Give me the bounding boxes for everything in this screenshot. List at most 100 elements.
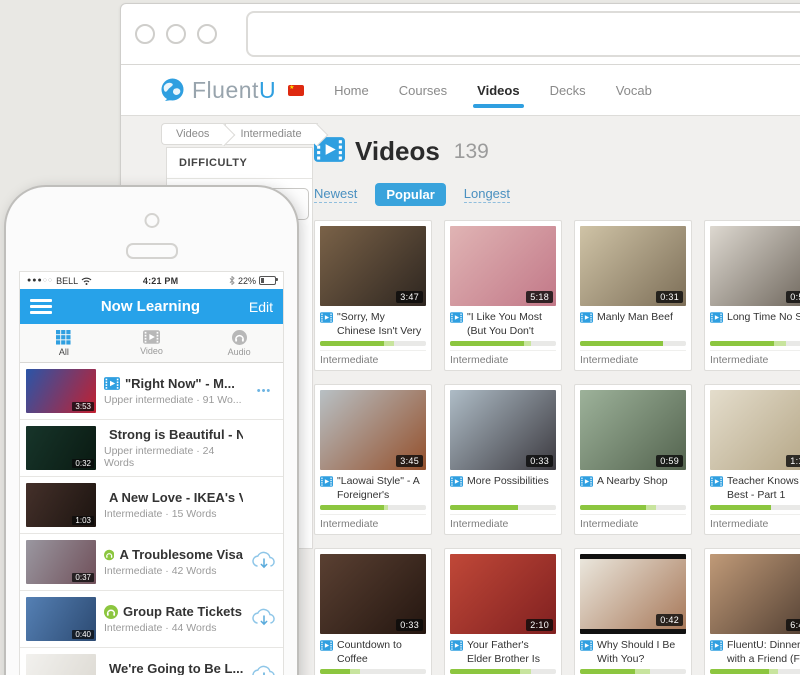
iphone-mockup: ●●●○○ BELL 4:21 PM 22% Now Learning Edit bbox=[4, 185, 299, 675]
browser-chrome bbox=[121, 4, 800, 65]
progress-bar bbox=[450, 341, 556, 346]
app-title: Now Learning bbox=[52, 298, 249, 315]
videos-main: Videos 139 NewestPopularLongest 3:47 "So… bbox=[314, 136, 800, 675]
progress-bar bbox=[320, 505, 426, 510]
list-item[interactable]: 3:53 "Right Now" - M... Upper intermedia… bbox=[20, 363, 283, 420]
nav-item-decks[interactable]: Decks bbox=[548, 69, 588, 112]
video-thumbnail[interactable]: 0:59 bbox=[580, 390, 686, 470]
nav-item-courses[interactable]: Courses bbox=[397, 69, 449, 112]
video-thumbnail[interactable]: 6:42 bbox=[710, 554, 800, 634]
video-thumbnail[interactable]: 0:31 bbox=[580, 226, 686, 306]
site-navbar: FluentU ★ Home Courses Videos Decks Vocab bbox=[121, 65, 800, 115]
hamburger-menu-icon[interactable] bbox=[30, 299, 52, 314]
video-film-icon bbox=[450, 476, 463, 487]
video-card[interactable]: 2:10 Your Father's Elder Brother Is Call… bbox=[444, 548, 562, 675]
chinese-flag-icon[interactable]: ★ bbox=[288, 85, 304, 96]
item-meta: Intermediate · 15 Words bbox=[104, 508, 243, 520]
download-button[interactable] bbox=[251, 607, 277, 632]
window-close-button[interactable] bbox=[135, 24, 155, 44]
audio-headphones-icon bbox=[232, 330, 247, 345]
breadcrumb-item-intermediate[interactable]: Intermediate bbox=[225, 123, 317, 145]
difficulty-label: Intermediate bbox=[710, 350, 800, 366]
list-item[interactable]: 1:03 A New Love - IKEA's Viral... Interm… bbox=[20, 477, 283, 534]
difficulty-label: Intermediate bbox=[580, 350, 686, 366]
duration-badge: 3:47 bbox=[396, 291, 423, 303]
nav-item-videos[interactable]: Videos bbox=[475, 69, 521, 112]
video-film-icon bbox=[710, 476, 723, 487]
phone-earpiece bbox=[126, 243, 178, 259]
video-film-icon bbox=[580, 476, 593, 487]
more-menu-icon[interactable]: ••• bbox=[257, 385, 272, 397]
video-card[interactable]: 0:33 Countdown to Coffee Intermediate bbox=[314, 548, 432, 675]
edit-button[interactable]: Edit bbox=[249, 299, 273, 315]
url-bar[interactable] bbox=[246, 11, 800, 57]
fluentu-logo[interactable]: FluentU bbox=[159, 77, 276, 104]
video-thumbnail[interactable]: 2:10 bbox=[450, 554, 556, 634]
video-card[interactable]: 0:42 Why Should I Be With You? Intermedi… bbox=[574, 548, 692, 675]
list-item[interactable]: 0:25 We're Going to Be L... Intermediate… bbox=[20, 648, 283, 675]
video-thumbnail[interactable]: 0:33 bbox=[450, 390, 556, 470]
primary-nav: Home Courses Videos Decks Vocab bbox=[332, 69, 654, 112]
video-film-icon bbox=[320, 640, 333, 651]
progress-bar bbox=[580, 505, 686, 510]
media-tab-audio[interactable]: Audio bbox=[195, 324, 283, 362]
video-card[interactable]: 0:33 More Possibilities Intermediate bbox=[444, 384, 562, 535]
difficulty-label: Intermediate bbox=[710, 514, 800, 530]
duration-badge: 0:33 bbox=[396, 619, 423, 631]
nav-item-vocab[interactable]: Vocab bbox=[614, 69, 654, 112]
item-title: Group Rate Tickets bbox=[104, 604, 243, 619]
media-filter-tabs: All Video Audio bbox=[20, 324, 283, 363]
sort-tab-longest[interactable]: Longest bbox=[464, 186, 510, 203]
nav-item-home[interactable]: Home bbox=[332, 69, 371, 112]
item-title: Strong is Beautiful - Nike bbox=[104, 427, 243, 442]
video-card[interactable]: 0:31 Manly Man Beef Intermediate bbox=[574, 220, 692, 371]
sidebar-header: DIFFICULTY bbox=[167, 148, 312, 179]
video-film-icon bbox=[580, 312, 593, 323]
screenshot-stage: FluentU ★ Home Courses Videos Decks Vocab Vi… bbox=[0, 0, 800, 675]
logo-text-u: U bbox=[259, 77, 276, 103]
list-item[interactable]: 0:32 Strong is Beautiful - Nike Upper in… bbox=[20, 420, 283, 477]
battery-icon bbox=[259, 276, 276, 285]
video-thumbnail[interactable]: 3:47 bbox=[320, 226, 426, 306]
video-card[interactable]: 5:18 "I Like You Most (But You Don't Kno… bbox=[444, 220, 562, 371]
video-card[interactable]: 1:14 Teacher Knows Best - Part 1 Interme… bbox=[704, 384, 800, 535]
progress-bar bbox=[580, 669, 686, 674]
difficulty-label: Intermediate bbox=[580, 514, 686, 530]
video-title: Teacher Knows Best - Part 1 bbox=[710, 475, 800, 503]
cloud-download-icon bbox=[251, 607, 277, 627]
video-card[interactable]: 3:45 "Laowai Style" - A Foreigner's Gang… bbox=[314, 384, 432, 535]
video-card[interactable]: 0:59 A Nearby Shop Intermediate bbox=[574, 384, 692, 535]
progress-bar bbox=[320, 341, 426, 346]
video-title: "Sorry, My Chinese Isn't Very Good" - bbox=[320, 311, 426, 339]
sort-tab-popular[interactable]: Popular bbox=[375, 183, 445, 206]
video-title: Your Father's Elder Brother Is Called Wh… bbox=[450, 639, 556, 667]
download-button[interactable] bbox=[251, 664, 277, 675]
window-minimize-button[interactable] bbox=[166, 24, 186, 44]
video-card[interactable]: 3:47 "Sorry, My Chinese Isn't Very Good"… bbox=[314, 220, 432, 371]
breadcrumb-item-videos[interactable]: Videos bbox=[161, 123, 225, 145]
duration-badge: 2:10 bbox=[526, 619, 553, 631]
video-film-icon bbox=[710, 640, 723, 651]
video-thumbnail[interactable]: 0:42 bbox=[580, 554, 686, 634]
video-title: A Nearby Shop bbox=[580, 475, 686, 503]
video-thumbnail[interactable]: 5:18 bbox=[450, 226, 556, 306]
video-card[interactable]: 6:42 FluentU: Dinner with a Friend (Full… bbox=[704, 548, 800, 675]
progress-bar bbox=[320, 669, 426, 674]
video-thumbnail[interactable]: 1:14 bbox=[710, 390, 800, 470]
download-button[interactable] bbox=[251, 550, 277, 575]
list-item[interactable]: 0:40 Group Rate Tickets Intermediate · 4… bbox=[20, 591, 283, 648]
video-thumbnail[interactable]: 0:33 bbox=[320, 554, 426, 634]
window-zoom-button[interactable] bbox=[197, 24, 217, 44]
item-thumbnail: 0:40 bbox=[26, 597, 96, 641]
list-item[interactable]: 0:37 A Troublesome Visa Intermediate · 4… bbox=[20, 534, 283, 591]
video-thumbnail[interactable]: 3:45 bbox=[320, 390, 426, 470]
video-card[interactable]: 0:56 Long Time No See Intermediate bbox=[704, 220, 800, 371]
sort-tab-newest[interactable]: Newest bbox=[314, 186, 357, 203]
difficulty-label: Intermediate bbox=[320, 350, 426, 366]
media-tab-all[interactable]: All bbox=[20, 324, 108, 362]
video-thumbnail[interactable]: 0:56 bbox=[710, 226, 800, 306]
item-meta: Upper intermediate · 91 Wo... bbox=[104, 394, 243, 406]
signal-icon: ●●● bbox=[27, 277, 43, 284]
phone-camera bbox=[144, 213, 159, 228]
media-tab-video[interactable]: Video bbox=[108, 324, 196, 362]
